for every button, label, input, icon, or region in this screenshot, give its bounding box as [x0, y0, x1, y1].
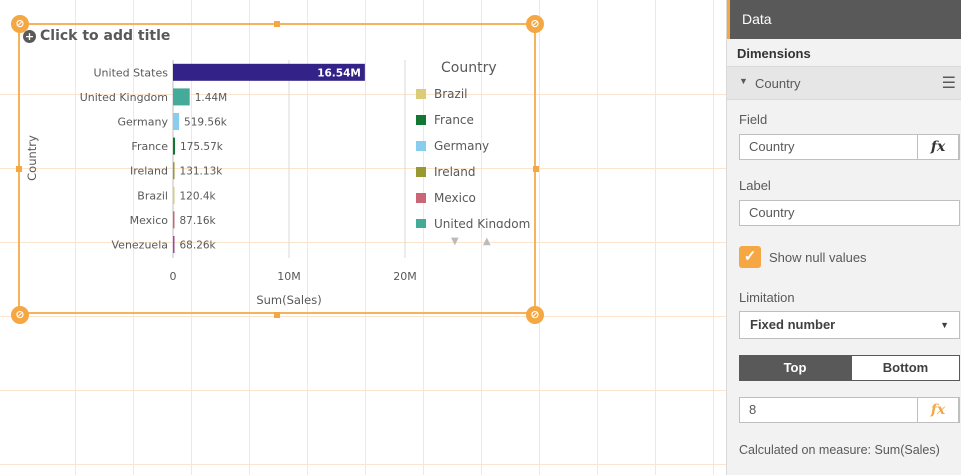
- legend-item[interactable]: Brazil: [416, 87, 468, 101]
- data-label: 1.44M: [195, 92, 227, 104]
- field-expression-button[interactable]: fx: [917, 134, 959, 160]
- legend-scroll-up-icon[interactable]: ▲: [483, 236, 491, 247]
- dimension-name: Country: [755, 76, 801, 91]
- data-label: 87.16k: [180, 215, 217, 227]
- limit-value: 8: [749, 402, 757, 417]
- limit-top-button[interactable]: Top: [739, 355, 851, 381]
- limitation-select[interactable]: Fixed number ▼: [739, 311, 960, 339]
- y-tick-label: Mexico: [130, 214, 169, 227]
- panel-tab-data[interactable]: Data: [727, 0, 961, 39]
- data-label: 519.56k: [184, 117, 228, 129]
- limit-value-input[interactable]: 8 fx: [739, 397, 960, 423]
- legend-label: Germany: [434, 139, 490, 153]
- y-tick-label: United Kingdom: [80, 91, 168, 104]
- calculated-on-text: Calculated on measure: Sum(Sales): [739, 443, 940, 457]
- legend-swatch: [416, 89, 426, 99]
- y-tick-label: Germany: [117, 116, 168, 129]
- legend-label: United Kingdom: [434, 217, 531, 228]
- y-tick-label: Brazil: [137, 189, 168, 202]
- legend-item[interactable]: Germany: [416, 139, 489, 153]
- dimension-item-country[interactable]: ▼ Country ☰: [727, 66, 961, 100]
- limitation-label: Limitation: [739, 290, 795, 305]
- legend-title: Country: [441, 60, 497, 76]
- bar: [173, 211, 175, 229]
- field-input-value: Country: [749, 139, 795, 154]
- field-input[interactable]: Country fx: [739, 134, 960, 160]
- legend-swatch: [416, 167, 426, 177]
- show-null-label: Show null values: [769, 250, 867, 265]
- limit-bottom-button[interactable]: Bottom: [851, 355, 960, 381]
- legend-label: Ireland: [434, 165, 476, 179]
- legend-swatch: [416, 219, 426, 228]
- caret-down-icon[interactable]: ▼: [739, 76, 748, 86]
- x-axis-title: Sum(Sales): [256, 293, 321, 307]
- legend-item[interactable]: Mexico: [416, 191, 476, 205]
- legend-swatch: [416, 193, 426, 203]
- bar: [173, 186, 175, 204]
- chevron-down-icon: ▼: [940, 320, 949, 330]
- data-label: 131.13k: [180, 166, 224, 178]
- checkmark-icon: ✓: [743, 248, 757, 265]
- legend-scroll-down-icon[interactable]: ▼: [451, 236, 459, 247]
- data-label: 120.4k: [180, 190, 217, 202]
- legend-item[interactable]: Ireland: [416, 165, 476, 179]
- y-tick-label: France: [131, 140, 168, 153]
- y-axis-title: Country: [25, 135, 39, 181]
- data-label: 16.54M: [317, 67, 361, 79]
- x-tick-label: 10M: [277, 270, 301, 283]
- bar: [173, 113, 180, 130]
- label-label: Label: [739, 178, 771, 193]
- dimensions-heading: Dimensions: [737, 46, 811, 61]
- limit-expression-button[interactable]: fx: [917, 397, 959, 423]
- y-tick-label: Ireland: [130, 165, 168, 178]
- x-tick-label: 0: [170, 270, 177, 283]
- bar: [173, 137, 176, 155]
- field-label: Field: [739, 112, 768, 127]
- bar: [173, 236, 175, 253]
- legend-swatch: [416, 141, 426, 151]
- bar: [173, 88, 190, 106]
- properties-panel: Data Dimensions ▼ Country ☰ Field Countr…: [726, 0, 961, 475]
- x-tick-label: 20M: [393, 270, 417, 283]
- hamburger-icon[interactable]: ☰: [942, 73, 956, 93]
- data-label: 68.26k: [180, 240, 217, 252]
- legend: Brazil France Germany Ireland Mexico United K…: [410, 80, 535, 228]
- sheet-canvas[interactable]: ⊘ ⊘ ⊘ ⊘ + Click to add title United Stat…: [0, 0, 726, 475]
- limitation-select-value: Fixed number: [750, 317, 836, 332]
- bar-chart: United States 16.54M United Kingdom 1.44M Ge…: [25, 60, 417, 307]
- label-input-value: Country: [749, 205, 795, 220]
- legend-label: France: [434, 113, 474, 127]
- legend-item[interactable]: France: [416, 113, 474, 127]
- show-null-checkbox[interactable]: ✓: [739, 246, 761, 268]
- data-label: 175.57k: [180, 141, 224, 153]
- legend-item[interactable]: United Kingdom: [416, 217, 530, 228]
- y-tick-label: Venezuela: [112, 239, 169, 252]
- legend-label: Brazil: [434, 87, 468, 101]
- legend-swatch: [416, 115, 426, 125]
- label-input[interactable]: Country: [739, 200, 960, 226]
- y-tick-label: United States: [94, 66, 169, 79]
- legend-label: Mexico: [434, 191, 476, 205]
- bar: [173, 162, 175, 180]
